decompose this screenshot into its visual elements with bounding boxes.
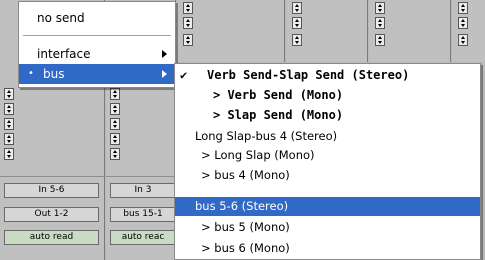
channel-strip-3 <box>177 0 285 62</box>
send-selector-icon[interactable] <box>375 34 385 46</box>
menu-item-label: no send <box>37 11 85 25</box>
selected-dot-icon: • <box>28 68 34 79</box>
send-selector-icon[interactable] <box>458 34 468 46</box>
bus-item-highlighted[interactable]: bus 5-6 (Stereo) <box>175 197 480 216</box>
menu-item-interface[interactable]: interface <box>19 44 175 64</box>
channel-strip-5 <box>369 0 451 62</box>
bus-item-label: > Slap Send (Mono) <box>213 108 344 122</box>
bus-item-label: > bus 6 (Mono) <box>201 241 290 255</box>
send-selector-icon[interactable] <box>375 2 385 14</box>
bus-item[interactable]: > bus 6 (Mono) <box>175 239 480 258</box>
submenu-arrow-icon <box>162 70 167 78</box>
automation-mode-button[interactable]: auto reac <box>110 230 176 245</box>
output-selector[interactable]: Out 1-2 <box>4 207 99 222</box>
channel-strip-6 <box>452 0 485 62</box>
send-selector-icon[interactable] <box>4 88 14 100</box>
channel-strip-4 <box>286 0 368 62</box>
send-selector-icon[interactable] <box>4 133 14 145</box>
send-selector-icon[interactable] <box>110 118 120 130</box>
send-selector-icon[interactable] <box>292 34 302 46</box>
send-selector-icon[interactable] <box>292 2 302 14</box>
menu-item-no-send[interactable]: no send <box>19 8 175 28</box>
bus-item[interactable]: > Long Slap (Mono) <box>175 146 480 165</box>
input-selector[interactable]: In 5-6 <box>4 183 99 198</box>
output-selector[interactable]: bus 15-1 <box>110 207 176 222</box>
send-selector-icon[interactable] <box>110 133 120 145</box>
send-selector-icon[interactable] <box>458 17 468 29</box>
send-selector-icon[interactable] <box>110 88 120 100</box>
menu-item-label: bus <box>43 67 65 81</box>
bus-item-label: > Verb Send (Mono) <box>213 88 344 102</box>
automation-mode-button[interactable]: auto read <box>4 230 99 245</box>
send-assignment-menu: no send interface • bus <box>18 1 176 88</box>
bus-item-label: > Long Slap (Mono) <box>201 148 315 162</box>
send-selector-icon[interactable] <box>458 2 468 14</box>
menu-item-label: interface <box>37 47 91 61</box>
bus-item-label: > bus 5 (Mono) <box>201 220 290 234</box>
send-selector-icon[interactable] <box>183 17 193 29</box>
menu-separator <box>23 35 171 36</box>
send-selector-icon[interactable] <box>183 34 193 46</box>
send-selector-icon[interactable] <box>4 148 14 160</box>
send-selector-icon[interactable] <box>4 118 14 130</box>
bus-item-label: Long Slap-bus 4 (Stereo) <box>195 129 338 143</box>
send-selector-icon[interactable] <box>4 103 14 115</box>
send-selector-icon[interactable] <box>110 103 120 115</box>
bus-submenu: ✔ Verb Send-Slap Send (Stereo) > Verb Se… <box>174 63 481 260</box>
bus-item[interactable]: > bus 5 (Mono) <box>175 218 480 237</box>
submenu-arrow-icon <box>162 50 167 58</box>
send-selector-icon[interactable] <box>183 2 193 14</box>
send-selector-icon[interactable] <box>292 17 302 29</box>
input-selector[interactable]: In 3 <box>110 183 176 198</box>
bus-item-label: bus 5-6 (Stereo) <box>195 199 289 213</box>
bus-item-label: > bus 4 (Mono) <box>201 168 290 182</box>
send-selector-icon[interactable] <box>375 17 385 29</box>
bus-item[interactable]: ✔ Verb Send-Slap Send (Stereo) <box>175 66 480 85</box>
bus-item[interactable]: > Slap Send (Mono) <box>175 106 480 125</box>
checkmark-icon: ✔ <box>180 68 188 82</box>
menu-item-bus[interactable]: • bus <box>19 64 175 84</box>
send-selector-icon[interactable] <box>110 148 120 160</box>
bus-item[interactable]: Long Slap-bus 4 (Stereo) <box>175 127 480 146</box>
bus-item[interactable]: > bus 4 (Mono) <box>175 166 480 185</box>
bus-item-label: Verb Send-Slap Send (Stereo) <box>207 68 410 82</box>
bus-item[interactable]: > Verb Send (Mono) <box>175 86 480 105</box>
